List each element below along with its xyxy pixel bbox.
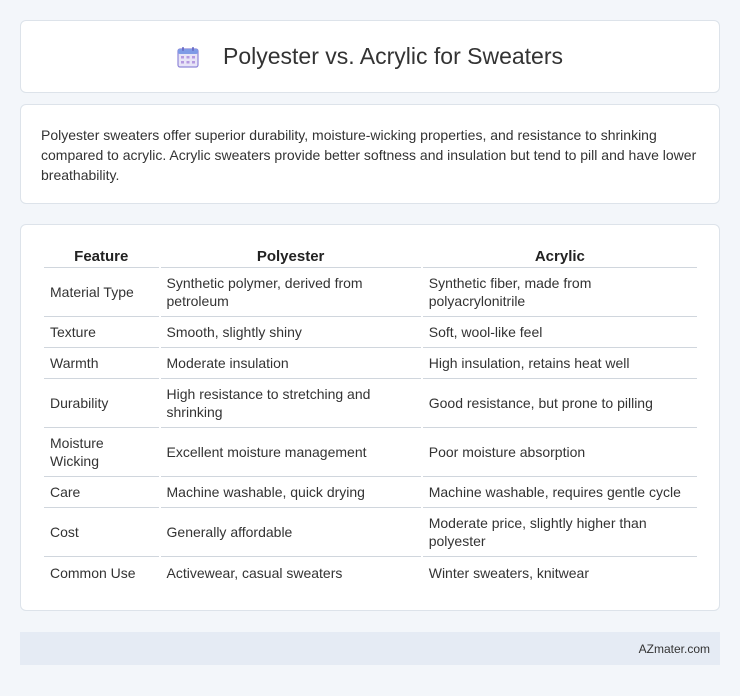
acrylic-cell: Winter sweaters, knitwear	[428, 564, 590, 581]
page-title: Polyester vs. Acrylic for Sweaters	[223, 43, 563, 69]
table-row: Material Type Synthetic polymer, derived…	[44, 268, 697, 317]
table-row: Warmth Moderate insulation High insulati…	[44, 348, 697, 379]
acrylic-cell: Soft, wool-like feel	[422, 317, 697, 348]
intro-card: Polyester sweaters offer superior durabi…	[20, 104, 720, 204]
footer-brand: AZmater.com	[638, 641, 710, 656]
feature-cell: Care	[44, 477, 159, 508]
table-row: Common Use Activewear, casual sweaters W…	[44, 557, 697, 588]
feature-cell: Common Use	[50, 564, 136, 581]
table-row: Care Machine washable, quick drying Mach…	[44, 477, 697, 508]
feature-cell: Texture	[44, 317, 159, 348]
polyester-cell: Activewear, casual sweaters	[166, 564, 343, 581]
comparison-card: Feature Polyester Acrylic Material Type …	[20, 224, 720, 611]
feature-cell: Moisture Wicking	[44, 428, 159, 477]
polyester-cell: High resistance to stretching and shrink…	[160, 379, 421, 428]
polyester-cell: Machine washable, quick drying	[160, 477, 421, 508]
footer: AZmater.com	[20, 632, 720, 665]
feature-cell: Material Type	[44, 268, 159, 317]
table-row: Durability High resistance to stretching…	[44, 379, 697, 428]
feature-cell: Warmth	[44, 348, 159, 379]
acrylic-cell: High insulation, retains heat well	[422, 348, 697, 379]
acrylic-cell: Synthetic fiber, made from polyacrylonit…	[422, 268, 697, 317]
feature-cell: Cost	[44, 508, 159, 557]
header-acrylic: Acrylic	[422, 245, 697, 268]
header-polyester: Polyester	[160, 245, 421, 268]
polyester-cell: Smooth, slightly shiny	[160, 317, 421, 348]
title-card: Polyester vs. Acrylic for Sweaters	[20, 20, 720, 93]
polyester-cell: Excellent moisture management	[160, 428, 421, 477]
header-feature: Feature	[44, 245, 159, 268]
table-row: Moisture Wicking Excellent moisture mana…	[44, 428, 697, 477]
acrylic-cell: Good resistance, but prone to pilling	[422, 379, 697, 428]
feature-cell: Durability	[44, 379, 159, 428]
polyester-cell: Moderate insulation	[160, 348, 421, 379]
acrylic-cell: Poor moisture absorption	[422, 428, 697, 477]
calendar-icon	[177, 46, 199, 68]
table-row: Cost Generally affordable Moderate price…	[44, 508, 697, 557]
table-row: Texture Smooth, slightly shiny Soft, woo…	[44, 317, 697, 348]
acrylic-cell: Moderate price, slightly higher than pol…	[422, 508, 697, 557]
comparison-table: Feature Polyester Acrylic Material Type …	[42, 245, 699, 588]
polyester-cell: Generally affordable	[160, 508, 421, 557]
polyester-cell: Synthetic polymer, derived from petroleu…	[160, 268, 421, 317]
acrylic-cell: Machine washable, requires gentle cycle	[422, 477, 697, 508]
intro-text: Polyester sweaters offer superior durabi…	[41, 127, 697, 183]
table-header-row: Feature Polyester Acrylic	[44, 245, 697, 268]
